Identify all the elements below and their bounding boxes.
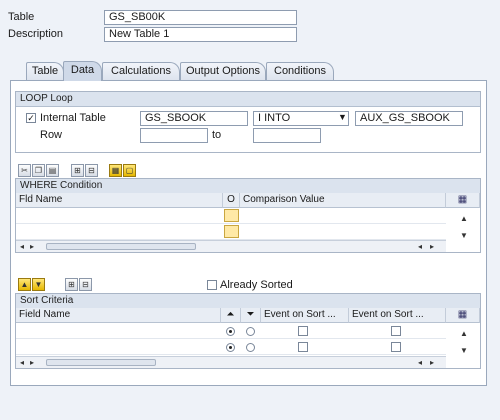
sort-criteria-group: Sort Criteria Field Name ⏶ ⏷ Event on So…	[15, 293, 481, 369]
descending-radio[interactable]	[246, 327, 255, 336]
tab-calculations[interactable]: Calculations	[102, 62, 180, 80]
descending-radio[interactable]	[246, 343, 255, 352]
col-event-on-sort-end[interactable]: Event on Sort ...	[349, 308, 446, 323]
tab-data[interactable]: Data	[63, 61, 102, 81]
move-down-icon[interactable]: ▼	[32, 278, 45, 291]
move-up-icon[interactable]: ▲	[18, 278, 31, 291]
scroll-up-icon[interactable]: ▲	[460, 214, 468, 224]
event-begin-checkbox[interactable]	[298, 342, 308, 352]
where-condition-title: WHERE Condition	[16, 179, 480, 194]
sort-ascending-icon[interactable]: ⏶	[221, 308, 241, 323]
paste-icon[interactable]: ▤	[46, 164, 59, 177]
where-condition-group: WHERE Condition Fld Name O Comparison Va…	[15, 178, 481, 253]
copy-icon[interactable]: ❐	[32, 164, 45, 177]
event-begin-checkbox[interactable]	[298, 326, 308, 336]
col-comparison-value[interactable]: Comparison Value	[240, 193, 446, 208]
operator-button[interactable]	[224, 225, 239, 238]
scroll-right-icon[interactable]: ▸	[30, 358, 34, 368]
scroll-left-icon[interactable]: ◂	[20, 242, 24, 252]
row-label: Row	[40, 129, 63, 141]
row-from-field[interactable]	[140, 128, 208, 143]
loop-group-title: LOOP Loop	[16, 92, 480, 107]
sort-descending-icon[interactable]: ⏷	[241, 308, 261, 323]
cut-icon[interactable]: ✂	[18, 164, 31, 177]
sort-horizontal-scrollbar[interactable]: ◂ ▸ ◂ ▸	[16, 356, 446, 368]
column-settings-icon[interactable]: ▦	[446, 308, 480, 323]
col-event-on-sort-begin[interactable]: Event on Sort ...	[261, 308, 349, 323]
col-fld-name[interactable]: Fld Name	[16, 193, 223, 208]
sort-criteria-title: Sort Criteria	[16, 294, 480, 309]
insert-row-icon[interactable]: ⊞	[65, 278, 78, 291]
table-label: Table	[8, 11, 35, 23]
delete-row-icon[interactable]: ⊟	[85, 164, 98, 177]
tab-conditions[interactable]: Conditions	[266, 62, 334, 80]
internal-table-label: Internal Table	[40, 112, 106, 124]
target-workarea-field[interactable]: AUX_GS_SBOOK	[355, 111, 463, 126]
loop-group: LOOP Loop ✓ Internal Table GS_SBOOK I IN…	[15, 91, 481, 153]
description-label: Description	[8, 28, 64, 40]
scroll-down-icon[interactable]: ▼	[460, 231, 468, 241]
to-label: to	[212, 129, 222, 141]
column-settings-icon[interactable]: ▦	[446, 193, 480, 208]
row-to-field[interactable]	[253, 128, 321, 143]
scroll-down-icon[interactable]: ▼	[460, 346, 468, 356]
tab-table[interactable]: Table	[26, 62, 64, 80]
scroll-up-icon[interactable]: ▲	[460, 329, 468, 339]
scrollbar-thumb[interactable]	[46, 243, 196, 250]
internal-table-checkbox[interactable]: ✓	[26, 113, 36, 123]
scroll-left-icon[interactable]: ◂	[418, 242, 422, 252]
scroll-left-icon[interactable]: ◂	[418, 358, 422, 368]
loop-mode-value: I INTO	[258, 112, 291, 124]
event-end-checkbox[interactable]	[391, 326, 401, 336]
description-field[interactable]: New Table 1	[104, 27, 297, 42]
ascending-radio[interactable]	[226, 327, 235, 336]
col-field-name[interactable]: Field Name	[16, 308, 221, 323]
already-sorted-checkbox[interactable]	[207, 280, 217, 290]
scroll-right-icon[interactable]: ▸	[430, 358, 434, 368]
select-all-icon[interactable]: ▦	[109, 164, 122, 177]
already-sorted-label: Already Sorted	[220, 279, 293, 291]
delete-row-icon[interactable]: ⊟	[79, 278, 92, 291]
tab-output-options[interactable]: Output Options	[180, 62, 266, 80]
table-name-field[interactable]: GS_SB00K	[104, 10, 297, 25]
deselect-all-icon[interactable]: ▢	[123, 164, 136, 177]
where-horizontal-scrollbar[interactable]: ◂ ▸ ◂ ▸	[16, 240, 446, 252]
ascending-radio[interactable]	[226, 343, 235, 352]
tab-panel-data: LOOP Loop ✓ Internal Table GS_SBOOK I IN…	[10, 80, 487, 386]
insert-row-icon[interactable]: ⊞	[71, 164, 84, 177]
col-operator[interactable]: O	[223, 193, 240, 208]
operator-button[interactable]	[224, 209, 239, 222]
scroll-right-icon[interactable]: ▸	[430, 242, 434, 252]
internal-table-field[interactable]: GS_SBOOK	[140, 111, 248, 126]
event-end-checkbox[interactable]	[391, 342, 401, 352]
chevron-down-icon[interactable]: ▼	[338, 112, 347, 122]
loop-mode-select[interactable]: I INTO	[253, 111, 349, 126]
scroll-left-icon[interactable]: ◂	[20, 358, 24, 368]
scrollbar-thumb[interactable]	[46, 359, 156, 366]
scroll-right-icon[interactable]: ▸	[30, 242, 34, 252]
